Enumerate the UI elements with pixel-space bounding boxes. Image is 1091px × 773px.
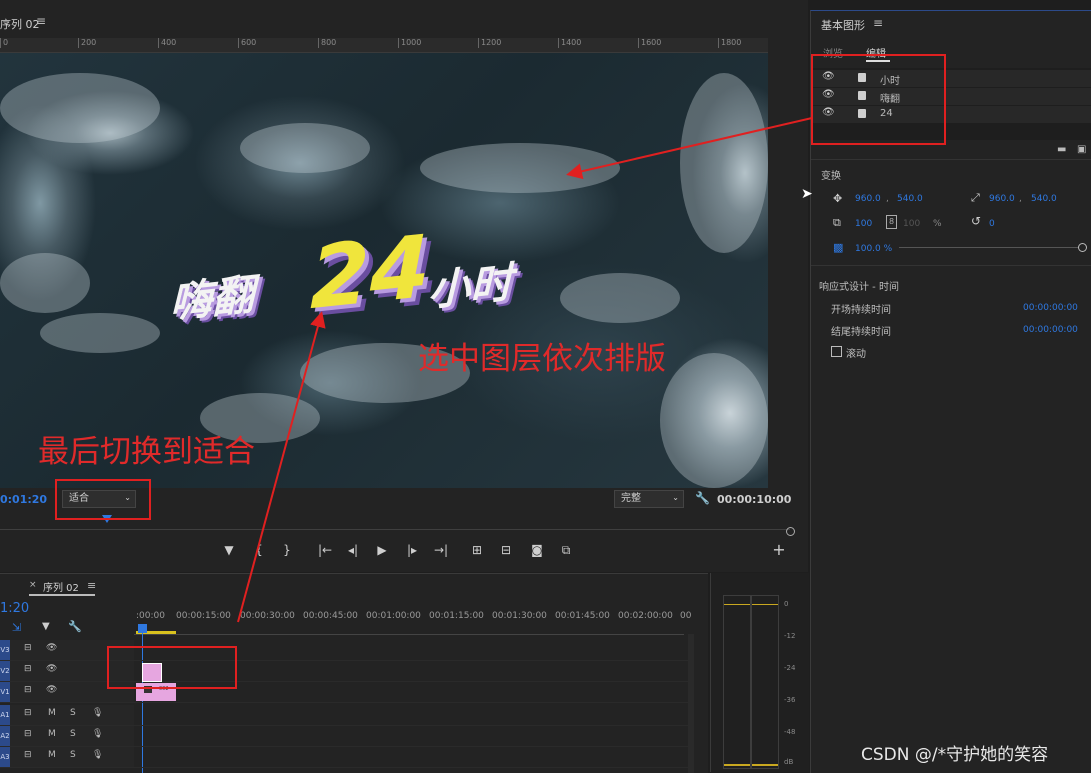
annotation-arrows [237,117,813,623]
arrow-to-clip [237,311,326,623]
arrow-to-title [566,117,813,180]
watermark: CSDN @/*守护她的笑容 [861,745,1049,765]
